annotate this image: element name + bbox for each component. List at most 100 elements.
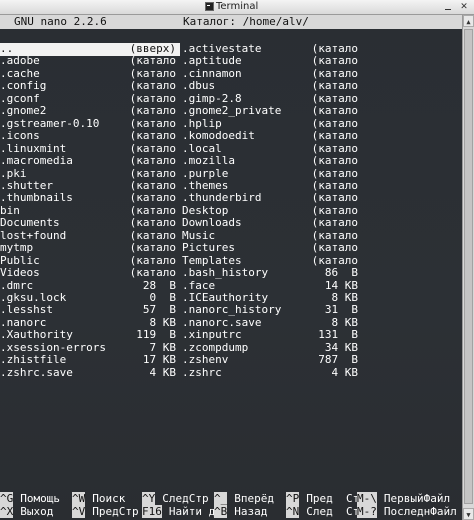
file-size: (катало (129, 104, 176, 118)
file-size: 4 KB (149, 365, 177, 379)
file-name: .gnome2 (0, 104, 47, 118)
file-name: .dbus (182, 79, 216, 93)
scroll-thumb[interactable] (464, 29, 473, 504)
file-row: .config (катало .dbus (катало (0, 80, 462, 93)
file-name: .komodoedit (182, 129, 255, 143)
shortcut-label: Вперёд (234, 492, 274, 505)
shortcut-key[interactable]: ^W (72, 492, 86, 505)
shortcut-label: Выход (20, 505, 54, 518)
file-entry-left[interactable]: .macromedia (катало (0, 155, 180, 168)
file-size: (катало (311, 216, 358, 230)
file-name: Documents (0, 216, 60, 230)
file-size: (катало (129, 129, 176, 143)
file-entry-left[interactable]: .Xauthority 119 B (0, 329, 180, 342)
shortcut-key[interactable]: ^N (286, 505, 300, 518)
shortcut-key[interactable]: M-? (357, 505, 377, 518)
file-row: .zhistfile 17 KB .zshenv 787 B (0, 354, 462, 367)
shortcut-label: Назад (234, 505, 268, 518)
close-icon[interactable]: ✕ (459, 2, 469, 12)
shortcut-key[interactable]: ^P (286, 492, 300, 505)
file-name: Videos (0, 266, 40, 280)
file-row: .zshrc.save 4 KB .zshrc 4 KB (0, 365, 462, 380)
shortcut-row: ^X Выход ^V ПредСтр F16 Найти д ^B Назад ^N След … (0, 505, 462, 518)
scrollbar[interactable]: ▲ ▼ (462, 15, 474, 520)
file-entry-left[interactable]: .config (катало (0, 80, 180, 93)
file-name: .zshrc (182, 365, 222, 379)
file-row: .gnome2 (катало .gnome2_private (катало (0, 105, 462, 118)
file-entry-right[interactable]: .xinputrc 131 B (182, 329, 362, 342)
file-entry-left[interactable]: .icons (катало (0, 130, 180, 143)
file-row: Videos (катало .bash_history 86 B (0, 267, 462, 280)
file-name: mytmp (0, 241, 34, 255)
file-entry-left[interactable]: .zhistfile 17 KB (0, 354, 180, 367)
file-size: 86 B (324, 266, 358, 280)
file-row: .cache (катало .cinnamon (катало (0, 67, 462, 81)
shortcut-key[interactable]: ^X (0, 505, 14, 518)
shortcut-key[interactable]: ^V (72, 505, 86, 518)
shortcut-label: ПредСтр (92, 505, 139, 518)
file-size: 119 B (136, 328, 176, 342)
file-size: (катало (129, 216, 176, 230)
nano-version: GNU nano 2.2.6 (14, 15, 107, 28)
file-name: .gnome2_private (182, 104, 282, 118)
file-size: (катало (311, 241, 358, 255)
file-row: .Xauthority 119 B .xinputrc 131 B (0, 329, 462, 342)
terminal-icon (205, 2, 214, 11)
file-row: Documents (катало Downloads (катало (0, 217, 462, 230)
file-name: .zhistfile (0, 353, 67, 367)
file-row: .icons (катало .komodoedit (катало (0, 130, 462, 143)
shortcut-key[interactable]: F16 (142, 505, 162, 518)
file-size: (катало (129, 241, 176, 255)
file-entry-left[interactable]: Documents (катало (0, 217, 180, 230)
minimize-icon[interactable] (443, 2, 453, 12)
file-name: .bash_history (182, 266, 269, 280)
file-entry-right[interactable]: .gnome2_private (катало (182, 105, 362, 118)
shortcut-label: ПервыйФайл (383, 492, 451, 505)
current-directory: Каталог: /home/alv/ (183, 15, 309, 28)
file-size: (катало (129, 79, 176, 93)
nano-header: GNU nano 2.2.6 Каталог: /home/alv/ (0, 15, 462, 29)
shortcut-key[interactable]: ^Y (142, 492, 156, 505)
file-row: mytmp (катало Pictures (катало (0, 242, 462, 255)
file-name: .mozilla (182, 154, 235, 168)
file-size: (катало (311, 129, 358, 143)
file-entry-right[interactable]: .komodoedit (катало (182, 130, 362, 143)
nano-browser[interactable]: GNU nano 2.2.6 Каталог: /home/alv/ .. (вв… (0, 15, 462, 520)
scroll-down-icon[interactable]: ▼ (463, 508, 474, 520)
file-name: Downloads (182, 216, 242, 230)
file-entry-right[interactable]: Downloads (катало (182, 217, 362, 230)
shortcut-key[interactable]: ^G (0, 492, 14, 505)
file-entry-left[interactable]: Videos (катало (0, 267, 180, 280)
file-size: 4 KB (331, 365, 359, 379)
file-entry-right[interactable]: .mozilla (катало (182, 155, 362, 168)
file-name: .Xauthority (0, 328, 73, 342)
file-entry-left[interactable]: .gnome2 (катало (0, 105, 180, 118)
file-size: (катало (311, 104, 358, 118)
title-bar[interactable]: Terminal ✕ (0, 0, 474, 15)
file-entry-right[interactable]: .bash_history 86 B (182, 267, 362, 280)
shortcut-label: СледСтр (162, 492, 209, 505)
file-entry-left[interactable]: mytmp (катало (0, 242, 180, 255)
file-entry-right[interactable]: .dbus (катало (182, 80, 362, 93)
file-row: .thumbnails (катало .thunderbird (катало (0, 192, 462, 205)
file-size: 131 B (318, 328, 358, 342)
file-entry-right[interactable]: .zshenv 787 B (182, 354, 362, 367)
file-name: .macromedia (0, 154, 73, 168)
shortcut-key[interactable]: ^_ (214, 492, 228, 505)
shortcut-key[interactable]: M-\ (357, 492, 377, 505)
file-size: 17 KB (142, 353, 176, 367)
file-entry-left[interactable]: .zshrc.save 4 KB (0, 365, 180, 380)
file-name: .icons (0, 129, 40, 143)
file-entry-right[interactable]: .zshrc 4 KB (182, 365, 362, 380)
scroll-up-icon[interactable]: ▲ (463, 15, 474, 27)
file-size: (катало (129, 266, 176, 280)
file-name: .config (0, 79, 47, 93)
file-name: .zshenv (182, 353, 229, 367)
file-entry-right[interactable]: Pictures (катало (182, 242, 362, 255)
shortcut-label: ПоследнФайл (383, 505, 457, 518)
file-size: 787 B (318, 353, 358, 367)
file-size: (катало (129, 154, 176, 168)
shortcut-key[interactable]: ^B (214, 505, 228, 518)
file-row: .macromedia (катало .mozilla (катало (0, 155, 462, 168)
file-name: Pictures (182, 241, 235, 255)
